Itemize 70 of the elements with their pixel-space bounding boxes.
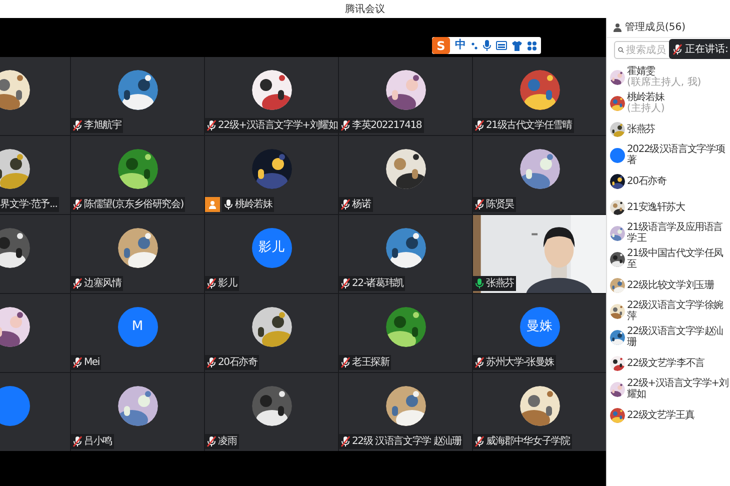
shirt-icon[interactable]: [512, 40, 522, 50]
participant-name: 22-诸葛玮凯: [352, 276, 404, 291]
search-icon: [618, 46, 624, 54]
member-item[interactable]: 22级 汉语言文字学 赵汕珊: [607, 324, 730, 350]
participant-name: 李英202217418: [352, 118, 422, 133]
member-name: 22级+汉语言文字学+刘耀如: [627, 378, 730, 400]
member-item[interactable]: 20石亦奇: [607, 168, 730, 194]
mic-icon[interactable]: [483, 40, 491, 51]
member-name: 21级 中国古代文学 任凤至: [627, 248, 724, 270]
participant-name: Mei: [84, 356, 100, 370]
participant-name: 威海郡中华女子学院: [486, 434, 570, 449]
avatar: [610, 148, 625, 162]
tooltip-text: 正在讲话:: [685, 42, 728, 56]
member-name: 21级 语言学及应用语言学 王: [627, 222, 724, 244]
member-item[interactable]: 21级 语言学及应用语言学 王: [607, 220, 730, 246]
member-item[interactable]: 霍婧雯 (联席主持人, 我): [607, 64, 730, 90]
keyboard-icon[interactable]: [496, 41, 507, 50]
member-name: 20石亦奇: [627, 176, 666, 186]
participant-name: 21级古代文学任雪晴: [486, 118, 572, 133]
member-item[interactable]: 22级+汉语言文字学+刘耀如: [607, 376, 730, 402]
avatar: 曼姝: [520, 307, 560, 347]
participant-name: 22级 汉语言文字学 赵汕珊: [352, 434, 462, 449]
member-role: (主持人): [627, 103, 665, 114]
window-title: 腾讯会议: [345, 2, 385, 16]
participant-name: 陈儒望(京东乡俗研究会): [84, 198, 184, 212]
member-name: 22级 汉语言文字学 徐婉萍: [627, 300, 724, 322]
participant-name: 凌雨: [218, 434, 237, 449]
member-name: 22级 比较文学 刘玉珊: [627, 280, 714, 290]
punctuation-icon[interactable]: [471, 41, 478, 50]
participant-name: 李旭航宇: [84, 118, 122, 133]
participant-name: 边塞风情: [84, 276, 122, 291]
member-item[interactable]: 21级 中国古代文学 任凤至: [607, 246, 730, 272]
member-name: 21安逸轩苏大: [627, 202, 685, 212]
member-name: 张燕芬: [627, 124, 655, 134]
participant-name: 杨诺: [352, 198, 371, 212]
member-item[interactable]: 桃岭若妹 (主持人): [607, 90, 730, 116]
panel-title: 管理成员(56): [625, 20, 686, 35]
participant-name: 影儿: [218, 276, 237, 291]
member-item[interactable]: 22级文艺学王真: [607, 402, 730, 428]
participant-name: 界文学·范予...: [0, 197, 60, 212]
member-name: 桃岭若妹: [627, 92, 665, 103]
input-mode[interactable]: 中: [455, 37, 466, 54]
participant-name: 苏州大学-张曼姝: [486, 356, 554, 370]
avatar: 影儿: [252, 228, 292, 268]
member-item[interactable]: 22级 汉语言文字学 徐婉萍: [607, 298, 730, 324]
member-item[interactable]: 22级 比较文学 刘玉珊: [607, 272, 730, 298]
participant-name: 老王探新: [352, 356, 390, 370]
member-name: 22级 文艺学 李不言: [627, 358, 704, 368]
member-name: 22级 汉语言文字学 赵汕珊: [627, 326, 724, 348]
member-role: (联席主持人, 我): [627, 77, 702, 88]
member-item[interactable]: 张燕芬: [607, 116, 730, 142]
search-field[interactable]: 搜索成员: [614, 41, 672, 59]
participant-name: 陈贤昊: [486, 198, 514, 212]
participant-name: 桃岭若妹: [235, 198, 272, 212]
grid-icon[interactable]: [527, 40, 537, 50]
participant-name: 吕小鸣: [84, 434, 112, 449]
member-name: 22级文艺学王真: [627, 410, 694, 420]
participant-name: 22级+汉语言文字学+刘耀如: [218, 118, 338, 133]
avatar: M: [118, 307, 158, 347]
participant-name: 张燕芬: [486, 276, 514, 291]
member-item[interactable]: 21安逸轩苏大: [607, 194, 730, 220]
muted-mic-icon: [673, 44, 682, 54]
member-item[interactable]: 2022级 汉语言文字学 项著: [607, 142, 730, 168]
person-icon: [613, 23, 622, 32]
member-name: 霍婧雯: [627, 66, 655, 77]
avatar: [0, 386, 30, 426]
member-item[interactable]: 22级 文艺学 李不言: [607, 350, 730, 376]
member-name: 2022级 汉语言文字学 项著: [627, 144, 726, 166]
participant-name: 20石亦奇: [218, 356, 258, 370]
ime-logo: S: [432, 37, 450, 54]
